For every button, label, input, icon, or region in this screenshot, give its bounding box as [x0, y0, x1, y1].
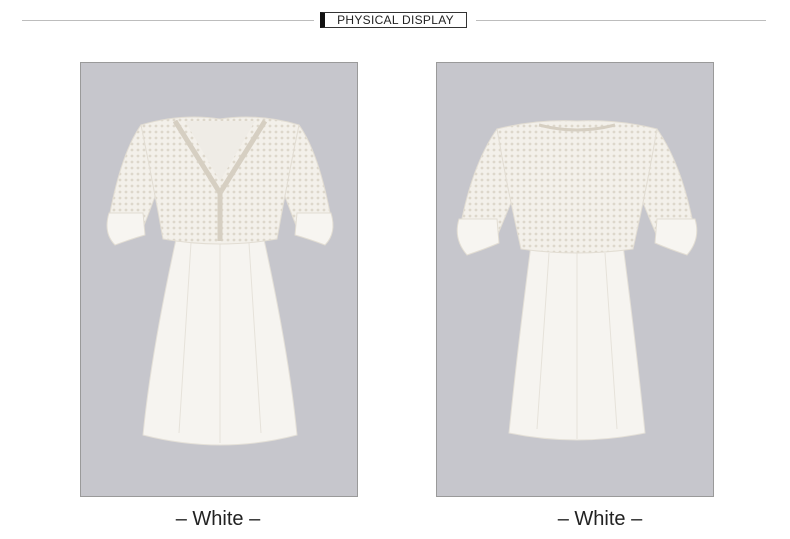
product-image-front: [80, 62, 358, 497]
dress-front-illustration: [106, 116, 334, 446]
section-title: PHYSICAL DISPLAY: [320, 12, 467, 28]
color-caption-front: – White –: [175, 508, 261, 530]
color-caption-back: – White –: [557, 508, 643, 530]
product-image-back: [436, 62, 714, 497]
dress-back-illustration: [456, 120, 698, 441]
header-divider-left: [22, 20, 314, 21]
header-divider-right: [476, 20, 766, 21]
